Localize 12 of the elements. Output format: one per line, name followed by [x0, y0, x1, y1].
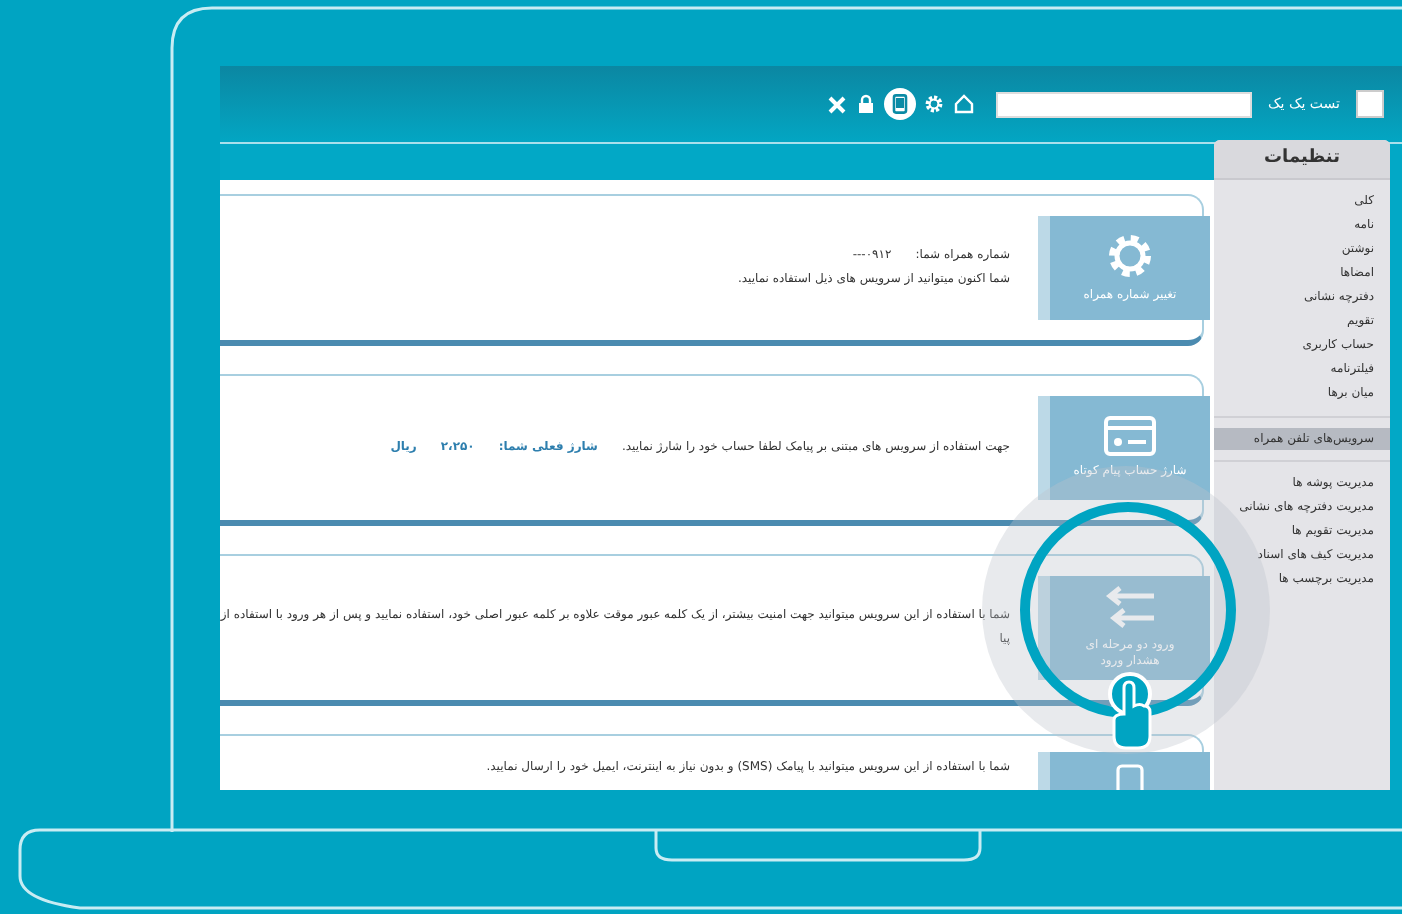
sidebar-title: تنظیمات	[1214, 140, 1390, 180]
close-icon[interactable]	[824, 92, 849, 116]
search-field[interactable]	[996, 91, 1253, 117]
credit-card-icon	[1104, 416, 1156, 456]
phone-icon[interactable]	[884, 88, 917, 120]
lock-icon[interactable]	[854, 92, 879, 116]
hand-pointer-icon	[1106, 672, 1158, 752]
home-icon[interactable]	[952, 92, 977, 116]
settings-icon[interactable]	[922, 92, 947, 116]
gear-icon	[1106, 232, 1154, 280]
arrows-left-icon	[1104, 586, 1156, 630]
broken-image-icon	[1356, 90, 1384, 118]
